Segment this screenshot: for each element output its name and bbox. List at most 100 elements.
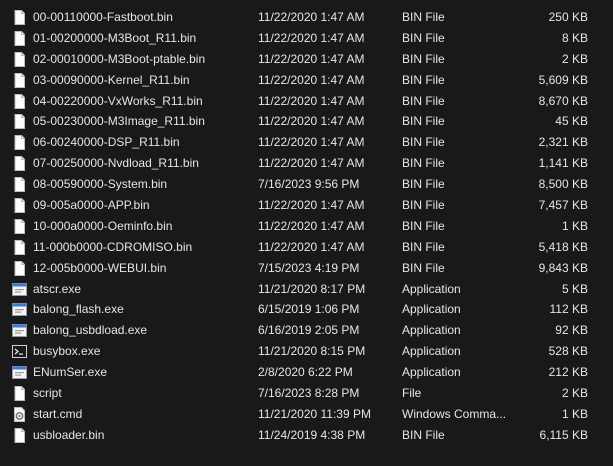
gear-file-icon (12, 406, 27, 422)
file-type: Windows Comma... (402, 406, 507, 421)
console-icon (12, 344, 27, 359)
file-name: 11-000b0000-CDROMISO.bin (33, 239, 193, 254)
file-row[interactable]: 02-00010000-M3Boot-ptable.bin 11/22/2020 … (0, 49, 613, 70)
file-size: 8 KB (561, 30, 588, 45)
file-size: 9,843 KB (538, 260, 588, 275)
file-date-modified: 11/22/2020 1:47 AM (258, 30, 365, 45)
file-type: BIN File (402, 198, 445, 213)
file-row[interactable]: usbloader.bin 11/24/2019 4:38 PM BIN File 6… (0, 425, 613, 446)
file-name: balong_flash.exe (33, 302, 124, 317)
file-row[interactable]: 09-005a0000-APP.bin 11/22/2020 1:47 AM BIN… (0, 195, 613, 216)
file-type: BIN File (402, 93, 445, 108)
file-name: start.cmd (33, 406, 83, 421)
file-date-modified: 7/15/2023 4:19 PM (258, 260, 360, 275)
file-type: BIN File (402, 156, 445, 171)
file-name: usbloader.bin (33, 427, 105, 442)
file-name: busybox.exe (33, 344, 101, 359)
file-date-modified: 11/22/2020 1:47 AM (258, 114, 365, 129)
file-name: ENumSer.exe (33, 365, 108, 380)
file-date-modified: 11/21/2020 8:17 PM (258, 281, 366, 296)
file-row[interactable]: 03-00090000-Kernel_R11.bin 11/22/2020 1:4… (0, 70, 613, 91)
file-size: 2,321 KB (538, 135, 588, 150)
file-date-modified: 11/22/2020 1:47 AM (258, 218, 365, 233)
file-row[interactable]: start.cmd 11/21/2020 11:39 PM Windows Comm… (0, 404, 613, 425)
file-icon (12, 386, 27, 402)
file-name: script (33, 386, 62, 401)
file-type: Application (402, 281, 461, 296)
file-icon (12, 218, 27, 234)
file-type: Application (402, 323, 461, 338)
file-icon (12, 135, 27, 151)
file-date-modified: 11/22/2020 1:47 AM (258, 93, 365, 108)
file-row[interactable]: 07-00250000-Nvdload_R11.bin 11/22/2020 1:… (0, 153, 613, 174)
file-date-modified: 11/22/2020 1:47 AM (258, 156, 365, 171)
file-row[interactable]: atscr.exe 11/21/2020 8:17 PM Application 5 … (0, 279, 613, 300)
file-size: 250 KB (548, 10, 588, 24)
file-row[interactable]: ENumSer.exe 2/8/2020 6:22 PM Application 21… (0, 362, 613, 383)
file-type: BIN File (402, 114, 445, 129)
file-size: 528 KB (548, 344, 588, 359)
file-row[interactable]: 08-00590000-System.bin 7/16/2023 9:56 PM B… (0, 174, 613, 195)
file-date-modified: 11/22/2020 1:47 AM (258, 135, 365, 150)
file-type: BIN File (402, 218, 445, 233)
file-date-modified: 11/22/2020 1:47 AM (258, 51, 365, 66)
file-row[interactable]: balong_flash.exe 6/15/2019 1:06 PM Applica… (0, 299, 613, 320)
file-row[interactable]: 11-000b0000-CDROMISO.bin 11/22/2020 1:47 … (0, 237, 613, 258)
file-icon (12, 30, 27, 46)
file-type: Application (402, 302, 461, 317)
file-size: 1,141 KB (538, 156, 588, 171)
file-type: File (402, 386, 422, 401)
file-row[interactable]: balong_usbdload.exe 6/16/2019 2:05 PM Appl… (0, 320, 613, 341)
file-size: 7,457 KB (538, 198, 588, 213)
file-row[interactable]: script 7/16/2023 8:28 PM File 2 KB (0, 383, 613, 404)
file-row[interactable]: 12-005b0000-WEBUI.bin 7/15/2023 4:19 PM BI… (0, 258, 613, 279)
file-row[interactable]: 06-00240000-DSP_R11.bin 11/22/2020 1:47 A… (0, 132, 613, 153)
file-row[interactable]: 10-000a0000-Oeminfo.bin 11/22/2020 1:47 A… (0, 216, 613, 237)
file-type: BIN File (402, 72, 445, 87)
file-row[interactable]: 00-00110000-Fastboot.bin 11/22/2020 1:47 … (0, 7, 613, 28)
file-size: 5,418 KB (538, 239, 588, 254)
file-size: 112 KB (549, 302, 588, 317)
file-type: BIN File (402, 135, 445, 150)
file-name: 06-00240000-DSP_R11.bin (33, 135, 180, 150)
file-size: 5,609 KB (538, 72, 588, 87)
file-name: atscr.exe (33, 281, 82, 296)
file-date-modified: 11/22/2020 1:47 AM (258, 198, 365, 213)
file-date-modified: 7/16/2023 9:56 PM (258, 177, 360, 192)
app-icon (12, 365, 27, 380)
file-icon (12, 51, 27, 67)
file-name: 03-00090000-Kernel_R11.bin (33, 72, 190, 87)
file-icon (12, 72, 27, 88)
file-row[interactable]: 05-00230000-M3Image_R11.bin 11/22/2020 1:… (0, 111, 613, 132)
file-name: balong_usbdload.exe (33, 323, 148, 338)
file-date-modified: 6/16/2019 2:05 PM (258, 323, 360, 338)
app-icon (12, 302, 27, 317)
file-type: BIN File (402, 260, 445, 275)
file-name: 09-005a0000-APP.bin (33, 198, 150, 213)
file-type: BIN File (402, 51, 445, 66)
file-type: BIN File (402, 10, 445, 24)
file-list: 00-00110000-Fastboot.bin 11/22/2020 1:47 … (0, 7, 613, 446)
file-name: 10-000a0000-Oeminfo.bin (33, 218, 173, 233)
file-name: 00-00110000-Fastboot.bin (33, 10, 173, 24)
file-row[interactable]: 04-00220000-VxWorks_R11.bin 11/22/2020 1:… (0, 91, 613, 112)
file-date-modified: 11/22/2020 1:47 AM (258, 239, 365, 254)
file-icon (12, 93, 27, 109)
file-row[interactable]: busybox.exe 11/21/2020 8:15 PM Application… (0, 341, 613, 362)
file-icon (12, 10, 27, 25)
file-type: BIN File (402, 30, 445, 45)
file-type: BIN File (402, 427, 445, 442)
file-name: 08-00590000-System.bin (33, 177, 168, 192)
file-size: 8,500 KB (538, 177, 588, 192)
file-date-modified: 11/21/2020 11:39 PM (258, 406, 371, 421)
file-date-modified: 6/15/2019 1:06 PM (258, 302, 360, 317)
file-date-modified: 11/21/2020 8:15 PM (258, 344, 366, 359)
file-size: 8,670 KB (538, 93, 588, 108)
file-date-modified: 7/16/2023 8:28 PM (258, 386, 360, 401)
file-date-modified: 2/8/2020 6:22 PM (258, 365, 353, 380)
file-row[interactable]: 01-00200000-M3Boot_R11.bin 11/22/2020 1:4… (0, 28, 613, 49)
file-date-modified: 11/22/2020 1:47 AM (258, 72, 365, 87)
file-type: Application (402, 344, 461, 359)
file-icon (12, 114, 27, 130)
file-size: 5 KB (561, 281, 588, 296)
